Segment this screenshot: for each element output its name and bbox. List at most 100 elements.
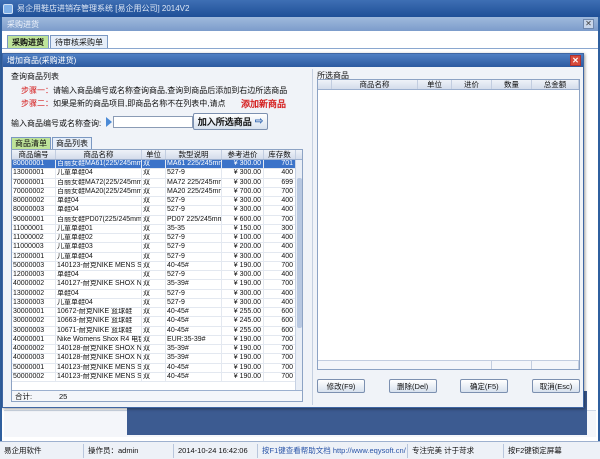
col-code[interactable]: 商品编号	[12, 150, 56, 159]
product-grid-header: 商品编号 商品名称 单位 款型说明 参考进价 库存数	[12, 150, 302, 160]
col-sel-qty[interactable]: 数量	[492, 80, 532, 89]
table-row[interactable]: 80000001 百丽女鞋MA61(225/245mm 双 MA61 225/245m…	[12, 160, 302, 170]
table-cell: ¥ 300.00	[222, 178, 264, 187]
tab-purchase[interactable]: 采购进货	[7, 35, 49, 48]
table-row[interactable]: 90000001 百丽女鞋PD07(225/245mm) 双 PD07 225/245…	[12, 215, 302, 225]
table-cell: 300	[264, 224, 296, 233]
tab-product-catalog[interactable]: 商品列表	[52, 137, 92, 149]
statusbar: 易企用软件 操作员：admin 2014-10-24 16:42:06 按F1键…	[0, 441, 600, 459]
table-cell: 双	[142, 234, 166, 243]
table-cell: 527-9	[166, 289, 222, 298]
col-sel-total[interactable]: 总金额	[532, 80, 579, 89]
col-sel-price[interactable]: 进价	[452, 80, 492, 89]
delete-button[interactable]: 删除(Del)	[388, 379, 437, 393]
tab-product-list[interactable]: 商品清单	[11, 137, 51, 149]
table-cell: 儿童单鞋03	[56, 243, 142, 252]
table-cell: 527-9	[166, 197, 222, 206]
table-cell: 140123-耐克NIKE MENS SHO	[57, 372, 142, 381]
table-row[interactable]: 12000001 儿童单鞋04 双 527-9 ¥ 300.00 400	[12, 252, 302, 262]
col-style[interactable]: 款型说明	[166, 150, 222, 159]
table-cell: ¥ 190.00	[222, 372, 264, 381]
dialog-close-icon[interactable]: ✕	[570, 55, 581, 66]
table-row[interactable]: 13000001 儿童单鞋04 双 527-9 ¥ 300.00 400	[12, 169, 302, 179]
table-cell: 400	[264, 289, 296, 298]
table-row[interactable]: 40000003 140128-耐克NIKE SHOX NZ 双 35-39# ¥ 19…	[12, 354, 302, 364]
table-row[interactable]: 30000002 10663-耐克NIKE 篮球鞋双 40-45# ¥ 245.00 6…	[12, 317, 302, 327]
table-cell: 600	[264, 326, 296, 335]
table-row[interactable]: 11000001 儿童单鞋01 双 35-35 ¥ 150.00 300	[12, 224, 302, 234]
table-row[interactable]: 40000002 140128-耐克NIKE SHOX NZ 双 35-39# ¥ 19…	[12, 345, 302, 355]
table-cell: 10671-耐克NIKE 篮球鞋	[56, 326, 142, 335]
table-row[interactable]: 13000002 单鞋04 双 527-9 ¥ 300.00 400	[12, 289, 302, 299]
table-cell: 双	[142, 178, 166, 187]
col-name[interactable]: 商品名称	[56, 150, 142, 159]
status-help-link[interactable]: 按F1键查看帮助文档 http://www.eqysoft.cn/	[258, 443, 408, 458]
table-cell: 双	[142, 335, 166, 344]
table-cell: 50000001	[12, 363, 56, 372]
table-cell: ¥ 190.00	[222, 261, 264, 270]
table-row[interactable]: 40000001 Nike Womens Shox R4 电镀双 EUR:35-39…	[12, 335, 302, 345]
table-cell: 40000003	[12, 354, 56, 363]
table-cell: 70000001	[12, 178, 56, 187]
tab-pending-orders[interactable]: 待审核采购单	[50, 35, 108, 48]
table-cell: 400	[264, 234, 296, 243]
col-sel-unit[interactable]: 单位	[418, 80, 452, 89]
table-cell: ¥ 300.00	[222, 160, 264, 169]
purchase-window-title-text: 采购进货	[7, 19, 39, 29]
table-cell: MA72 225/245mm	[167, 178, 222, 187]
table-row[interactable]: 11000002 儿童单鞋02 双 527-9 ¥ 100.00 400	[12, 234, 302, 244]
edit-button[interactable]: 修改(F9)	[317, 379, 365, 393]
table-cell: 11000002	[12, 234, 56, 243]
arrow-right-icon	[106, 117, 112, 127]
product-grid-body: 80000001 百丽女鞋MA61(225/245mm 双 MA61 225/245m…	[12, 160, 302, 382]
col-unit[interactable]: 单位	[142, 150, 166, 159]
table-row[interactable]: 40000002 140127-耐克NIKE SHOX NZ 双 35-39# ¥ 19…	[12, 280, 302, 290]
product-grid-scrollbar[interactable]	[295, 160, 302, 392]
search-input[interactable]	[113, 116, 193, 128]
table-cell: ¥ 190.00	[222, 363, 264, 372]
close-icon[interactable]: ✕	[583, 19, 594, 29]
table-cell: 700	[264, 345, 296, 354]
cancel-button[interactable]: 取消(Esc)	[531, 379, 580, 393]
table-row[interactable]: 50000001140123-耐克NIKE MENS SHO双40-45#¥ 1…	[12, 363, 302, 373]
table-cell: 13000003	[12, 298, 56, 307]
step1-label: 步骤一：	[21, 86, 53, 95]
app-titlebar: 易企用鞋店进销存管理系统 [易企用公司] 2014V2	[0, 0, 600, 17]
table-row[interactable]: 80000002 单鞋04 双 527-9 ¥ 300.00 400	[12, 197, 302, 207]
table-cell: ¥ 600.00	[222, 215, 264, 224]
table-row[interactable]: 50000002140123-耐克NIKE MENS SHO双40-45#¥ 1…	[12, 372, 302, 382]
table-cell: 527-9	[166, 206, 222, 215]
table-cell: 40000002	[12, 280, 56, 289]
add-selected-label: 加入所选商品	[197, 117, 252, 127]
table-cell: 700	[264, 335, 296, 344]
table-row[interactable]: 30000001 10672-耐克NIKE 篮球鞋双 40-45# ¥ 255.00 6…	[12, 308, 302, 318]
scroll-thumb[interactable]	[297, 178, 302, 328]
table-cell: 400	[264, 197, 296, 206]
table-cell: 30000003	[12, 326, 56, 335]
table-cell: 80000002	[12, 197, 56, 206]
col-indicator	[318, 80, 332, 89]
add-new-product-link[interactable]: 添加新商品	[241, 97, 286, 110]
table-row[interactable]: 80000003 单鞋04 双 527-9 ¥ 300.00 400	[12, 206, 302, 216]
table-cell: ¥ 100.00	[222, 234, 264, 243]
add-selected-button[interactable]: 加入所选商品 ⇨	[193, 113, 268, 130]
product-grid: 商品编号 商品名称 单位 款型说明 参考进价 库存数 80000001 百丽女鞋M…	[11, 149, 303, 402]
col-sel-name[interactable]: 商品名称	[332, 80, 418, 89]
col-stock[interactable]: 库存数	[264, 150, 296, 159]
table-row[interactable]: 13000003 儿童单鞋04 双 527-9 ¥ 300.00 400	[12, 298, 302, 308]
table-cell: ¥ 300.00	[222, 289, 264, 298]
table-row[interactable]: 30000003 10671-耐克NIKE 篮球鞋双 40-45# ¥ 255.00 6…	[12, 326, 302, 336]
table-cell: ¥ 190.00	[222, 345, 264, 354]
table-row[interactable]: 70000002 百丽女鞋MA20(225/245mm 双 MA20 225/245m…	[12, 187, 302, 197]
table-row[interactable]: 70000001 百丽女鞋MA72(225/245mm 双 MA72 225/245m…	[12, 178, 302, 188]
table-row[interactable]: 12000003 单鞋04 双 527-9 ¥ 300.00 400	[12, 271, 302, 281]
table-cell: 700	[264, 363, 296, 372]
confirm-button[interactable]: 确定(F5)	[460, 379, 509, 393]
table-cell: 700	[264, 354, 296, 363]
col-price[interactable]: 参考进价	[222, 150, 264, 159]
arrow-icon: ⇨	[254, 116, 264, 127]
table-cell: 40-45#	[166, 261, 222, 270]
table-row[interactable]: 50000003140123-耐克NIKE MENS SHO双40-45#¥ 1…	[12, 261, 302, 271]
table-row[interactable]: 11000003 儿童单鞋03 双 527-9 ¥ 200.00 400	[12, 243, 302, 253]
selected-panel: 所选商品 商品名称 单位 进价 数量 总金额 修改(F9) 删除(Del) 确定…	[312, 69, 581, 405]
